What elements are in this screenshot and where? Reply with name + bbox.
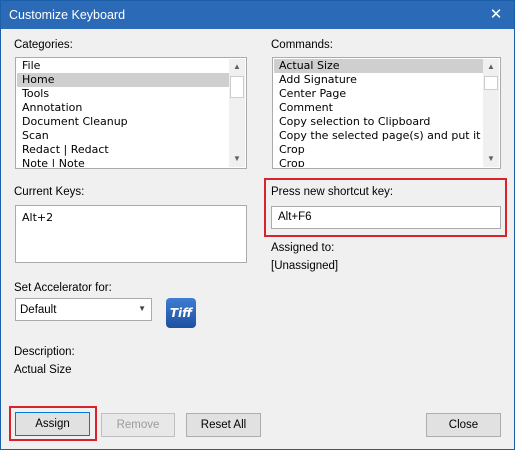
list-item[interactable]: Document Cleanup xyxy=(17,115,229,129)
assign-button[interactable]: Assign xyxy=(15,412,90,436)
list-item[interactable]: Copy the selected page(s) and put it or xyxy=(274,129,483,143)
scroll-down-icon[interactable]: ▼ xyxy=(483,151,499,167)
assigned-to-label: Assigned to: xyxy=(271,242,335,254)
accelerator-label: Set Accelerator for: xyxy=(14,282,112,294)
list-item[interactable]: Actual Size xyxy=(274,59,483,73)
list-item[interactable]: Comment xyxy=(274,101,483,115)
scroll-up-icon[interactable]: ▲ xyxy=(229,59,245,75)
list-item[interactable]: Redact | Redact xyxy=(17,143,229,157)
shortcut-input[interactable]: Alt+F6 xyxy=(271,206,501,229)
categories-label: Categories: xyxy=(14,39,73,51)
scroll-thumb[interactable] xyxy=(230,76,244,98)
commands-list[interactable]: Actual Size Add Signature Center Page Comme… xyxy=(272,57,501,169)
categories-list[interactable]: File Home Tools Annotation Document Cleanup S… xyxy=(15,57,247,169)
scroll-up-icon[interactable]: ▲ xyxy=(483,59,499,75)
close-icon[interactable]: ✕ xyxy=(486,5,506,25)
list-item[interactable]: Alt+2 xyxy=(17,211,245,225)
commands-label: Commands: xyxy=(271,39,333,51)
commands-scrollbar[interactable]: ▲ ▼ xyxy=(483,59,499,167)
description-value: Actual Size xyxy=(14,364,72,376)
current-keys-label: Current Keys: xyxy=(14,186,85,198)
list-item[interactable]: Add Signature xyxy=(274,73,483,87)
list-item[interactable]: File xyxy=(17,59,229,73)
list-item[interactable]: Crop xyxy=(274,157,483,167)
accelerator-select[interactable]: Default ▼ xyxy=(15,298,152,321)
title-bar: Customize Keyboard ✕ xyxy=(1,1,514,29)
scroll-thumb[interactable] xyxy=(484,76,498,90)
dialog-title: Customize Keyboard xyxy=(9,8,126,22)
tiff-logo-icon: Tiff xyxy=(166,298,196,328)
categories-scrollbar[interactable]: ▲ ▼ xyxy=(229,59,245,167)
scroll-down-icon[interactable]: ▼ xyxy=(229,151,245,167)
close-button[interactable]: Close xyxy=(426,413,501,437)
list-item[interactable]: Crop xyxy=(274,143,483,157)
remove-button[interactable]: Remove xyxy=(101,413,175,437)
reset-all-button[interactable]: Reset All xyxy=(186,413,261,437)
list-item[interactable]: Center Page xyxy=(274,87,483,101)
list-item[interactable]: Copy selection to Clipboard xyxy=(274,115,483,129)
list-item[interactable]: Tools xyxy=(17,87,229,101)
current-keys-list[interactable]: Alt+2 xyxy=(15,205,247,263)
shortcut-label: Press new shortcut key: xyxy=(271,186,394,198)
list-item[interactable]: Home xyxy=(17,73,229,87)
customize-keyboard-dialog: Customize Keyboard ✕ Categories: File Hom… xyxy=(0,0,515,450)
list-item[interactable]: Scan xyxy=(17,129,229,143)
assigned-to-value: [Unassigned] xyxy=(271,260,339,272)
chevron-down-icon: ▼ xyxy=(138,304,146,313)
accelerator-value: Default xyxy=(20,304,57,316)
list-item[interactable]: Note | Note xyxy=(17,157,229,167)
list-item[interactable]: Annotation xyxy=(17,101,229,115)
description-label: Description: xyxy=(14,346,75,358)
